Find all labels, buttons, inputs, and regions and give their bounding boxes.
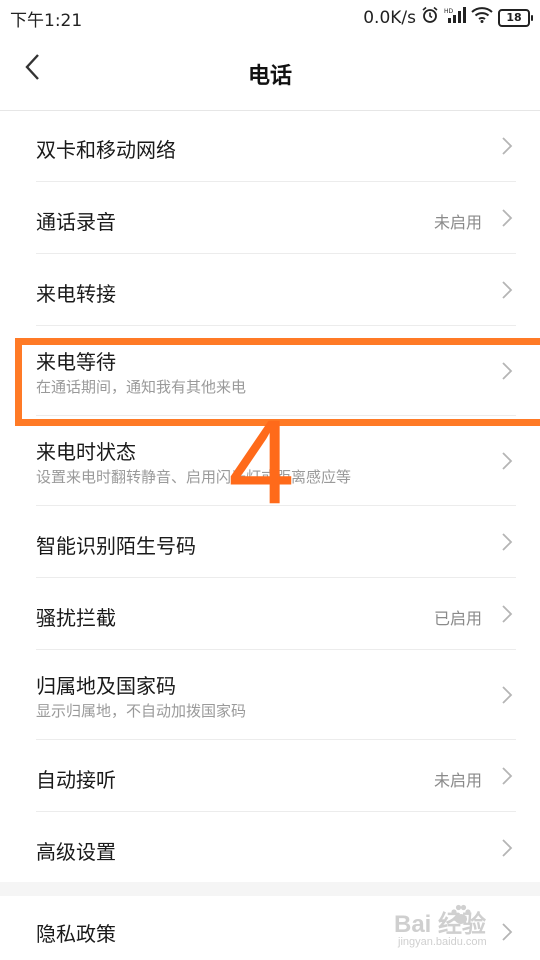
row-title: 智能识别陌生号码 [36, 534, 196, 558]
row-location-country-code[interactable]: 归属地及国家码 显示归属地，不自动加拨国家码 [0, 650, 540, 740]
row-title: 归属地及国家码 [36, 674, 176, 698]
hd-signal-icon: HD [444, 6, 466, 29]
chevron-right-icon [502, 281, 513, 299]
chevron-right-icon [502, 839, 513, 857]
row-auto-answer[interactable]: 自动接听 未启用 [0, 740, 540, 812]
network-speed: 0.0K/s [363, 7, 416, 28]
row-dual-sim-network[interactable]: 双卡和移动网络 [0, 110, 540, 182]
battery-icon: 18 [498, 8, 533, 27]
row-title: 隐私政策 [36, 922, 116, 946]
row-call-recording[interactable]: 通话录音 未启用 [0, 182, 540, 254]
row-title: 通话录音 [36, 210, 116, 234]
chevron-right-icon [502, 533, 513, 551]
status-bar: 下午1:21 0.0K/s HD 18 [0, 0, 540, 34]
row-subtitle: 显示归属地，不自动加拨国家码 [36, 702, 247, 720]
row-title: 双卡和移动网络 [36, 138, 176, 162]
alarm-icon [421, 6, 439, 29]
section-gap [0, 882, 540, 896]
status-time: 下午1:21 [10, 11, 83, 31]
status-icons: 0.0K/s HD 18 [363, 6, 533, 29]
row-spam-blocking[interactable]: 骚扰拦截 已启用 [0, 578, 540, 650]
row-title: 来电时状态 [36, 440, 136, 464]
svg-text:HD: HD [444, 8, 454, 15]
step-number-annotation: 4 [228, 395, 295, 529]
row-status: 未启用 [433, 213, 482, 232]
page-title: 电话 [247, 64, 292, 89]
row-title: 骚扰拦截 [36, 606, 116, 630]
chevron-right-icon [502, 452, 513, 470]
chevron-right-icon [502, 137, 513, 155]
wifi-icon [471, 7, 493, 28]
row-call-forwarding[interactable]: 来电转接 [0, 254, 540, 326]
baidu-jingyan-watermark: Bai 经验 jingyan.baidu.com [388, 896, 538, 952]
chevron-right-icon [502, 209, 513, 227]
chevron-right-icon [502, 767, 513, 785]
row-advanced-settings[interactable]: 高级设置 [0, 812, 540, 882]
chevron-right-icon [502, 686, 513, 704]
row-subtitle: 设置来电时翻转静音、启用闪光灯或距离感应等 [36, 468, 352, 486]
title-bar: 电话 [0, 34, 540, 111]
row-title: 来电转接 [36, 282, 116, 306]
row-title: 自动接听 [36, 768, 116, 792]
paw-icon [451, 904, 471, 924]
row-status: 已启用 [433, 609, 482, 628]
chevron-right-icon [502, 605, 513, 623]
row-title: 高级设置 [36, 840, 116, 864]
row-status: 未启用 [433, 771, 482, 790]
watermark-url: jingyan.baidu.com [398, 936, 487, 948]
